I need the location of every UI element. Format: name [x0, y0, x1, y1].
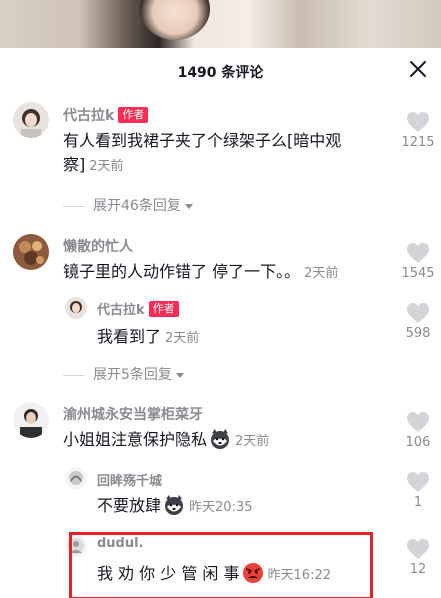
close-icon [410, 61, 426, 77]
like-count: 1545 [401, 266, 435, 281]
red-highlight-annotation [69, 532, 373, 598]
comment-count-title: 1490 条评论 [177, 65, 264, 81]
reply-avatar[interactable] [65, 297, 87, 319]
expand-replies-button[interactable]: 展开46条回复 [63, 195, 193, 215]
husky-emoji-icon [165, 495, 184, 515]
heart-icon [407, 112, 429, 132]
comment-time: 2天前 [89, 159, 124, 174]
like-button[interactable]: 1 [398, 471, 438, 510]
comment-text[interactable]: 小姐姐注意保护隐私 2天前 [63, 428, 269, 454]
like-count: 1215 [401, 135, 435, 150]
comment-header: 1490 条评论 [0, 48, 441, 92]
comment-text[interactable]: 镜子里的人动作错了 停了一下。。 2天前 [63, 260, 383, 286]
like-button[interactable]: 12 [398, 538, 438, 577]
username-text: 代古拉k [97, 303, 145, 318]
reply-avatar[interactable] [65, 467, 87, 489]
like-button[interactable]: 598 [398, 302, 438, 341]
reply-time: 2天前 [165, 331, 200, 346]
username-text: 代古拉k [63, 108, 115, 124]
like-count: 12 [409, 562, 427, 577]
like-count: 106 [405, 435, 431, 450]
avatar[interactable] [13, 234, 49, 270]
caret-down-icon [175, 372, 184, 378]
author-badge: 作者 [118, 107, 149, 123]
like-button[interactable]: 1545 [398, 242, 438, 281]
divider-line [63, 374, 85, 376]
reply-username[interactable]: 代古拉k 作者 [97, 299, 179, 318]
comment-username[interactable]: 渝州城永安当掌柜菜牙 [63, 404, 203, 424]
heart-icon [407, 412, 429, 432]
comment-body: 小姐姐注意保护隐私 [63, 430, 208, 449]
reply-username[interactable]: 回眸殇千城 [97, 470, 162, 489]
avatar[interactable] [13, 102, 49, 138]
comment-username[interactable]: 代古拉k 作者 [63, 105, 149, 125]
avatar[interactable] [13, 402, 49, 438]
like-button[interactable]: 1215 [398, 111, 438, 150]
video-preview [0, 0, 441, 48]
caret-down-icon [184, 203, 193, 209]
comment-time: 2天前 [304, 266, 339, 281]
expand-label: 展开46条回复 [93, 198, 181, 214]
like-button[interactable]: 106 [398, 411, 438, 450]
like-count: 1 [413, 495, 423, 510]
comment-sheet: 1490 条评论 代古拉k 作者 有人看到我裙子夹了个绿架子么[暗中观察] 2天前 … [0, 48, 441, 598]
comment-time: 2天前 [235, 434, 270, 449]
close-button[interactable] [407, 58, 429, 80]
comment-username[interactable]: 懒散的忙人 [63, 236, 133, 256]
expand-label: 展开5条回复 [93, 367, 172, 383]
comment-text[interactable]: 有人看到我裙子夹了个绿架子么[暗中观察] 2天前 [63, 129, 375, 179]
heart-icon [407, 303, 429, 323]
reply-text[interactable]: 我看到了 2天前 [97, 325, 199, 351]
divider-line [63, 205, 85, 207]
like-count: 598 [405, 326, 431, 341]
reply-body: 我看到了 [97, 327, 162, 346]
heart-icon [407, 243, 429, 263]
author-badge: 作者 [148, 301, 179, 317]
expand-replies-button[interactable]: 展开5条回复 [63, 364, 184, 384]
reply-text[interactable]: 不要放肆 昨天20:35 [97, 494, 252, 520]
reply-body: 不要放肆 [97, 496, 162, 515]
reply-time: 昨天20:35 [189, 500, 253, 515]
video-frame-face [140, 0, 210, 40]
comment-body: 镜子里的人动作错了 停了一下。。 [63, 262, 301, 281]
husky-emoji-icon [211, 429, 230, 449]
heart-icon [407, 472, 429, 492]
heart-icon [407, 539, 429, 559]
